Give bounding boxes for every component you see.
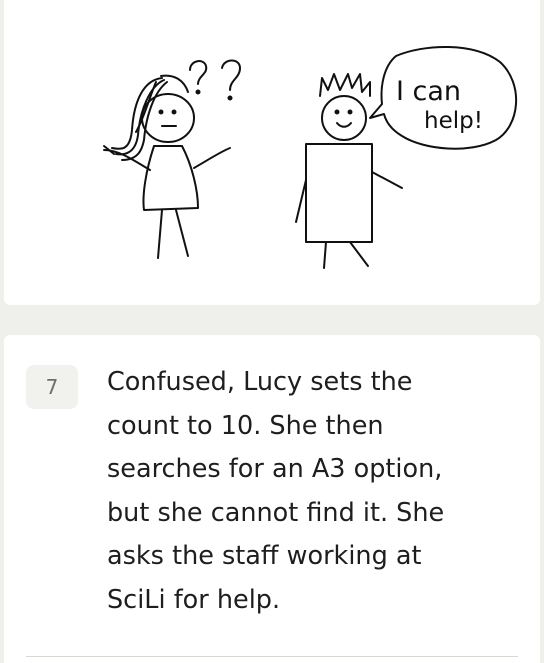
comic-illustration: I can help!	[103, 45, 518, 269]
divider	[26, 656, 518, 657]
speech-bubble-line-2: help!	[424, 108, 483, 134]
question-marks-drawing	[189, 59, 241, 101]
illustration-card: I can help!	[4, 0, 540, 305]
step-description: Confused, Lucy sets the count to 10. She…	[107, 367, 445, 615]
confused-person-drawing	[103, 74, 231, 259]
staff-person-drawing	[295, 73, 403, 269]
speech-bubble-line-1: I can	[396, 76, 461, 107]
step-card: 7 Confused, Lucy sets the count to 10. S…	[4, 335, 540, 663]
speech-bubble-drawing: I can help!	[369, 45, 518, 150]
step-number-badge: 7	[26, 365, 78, 409]
